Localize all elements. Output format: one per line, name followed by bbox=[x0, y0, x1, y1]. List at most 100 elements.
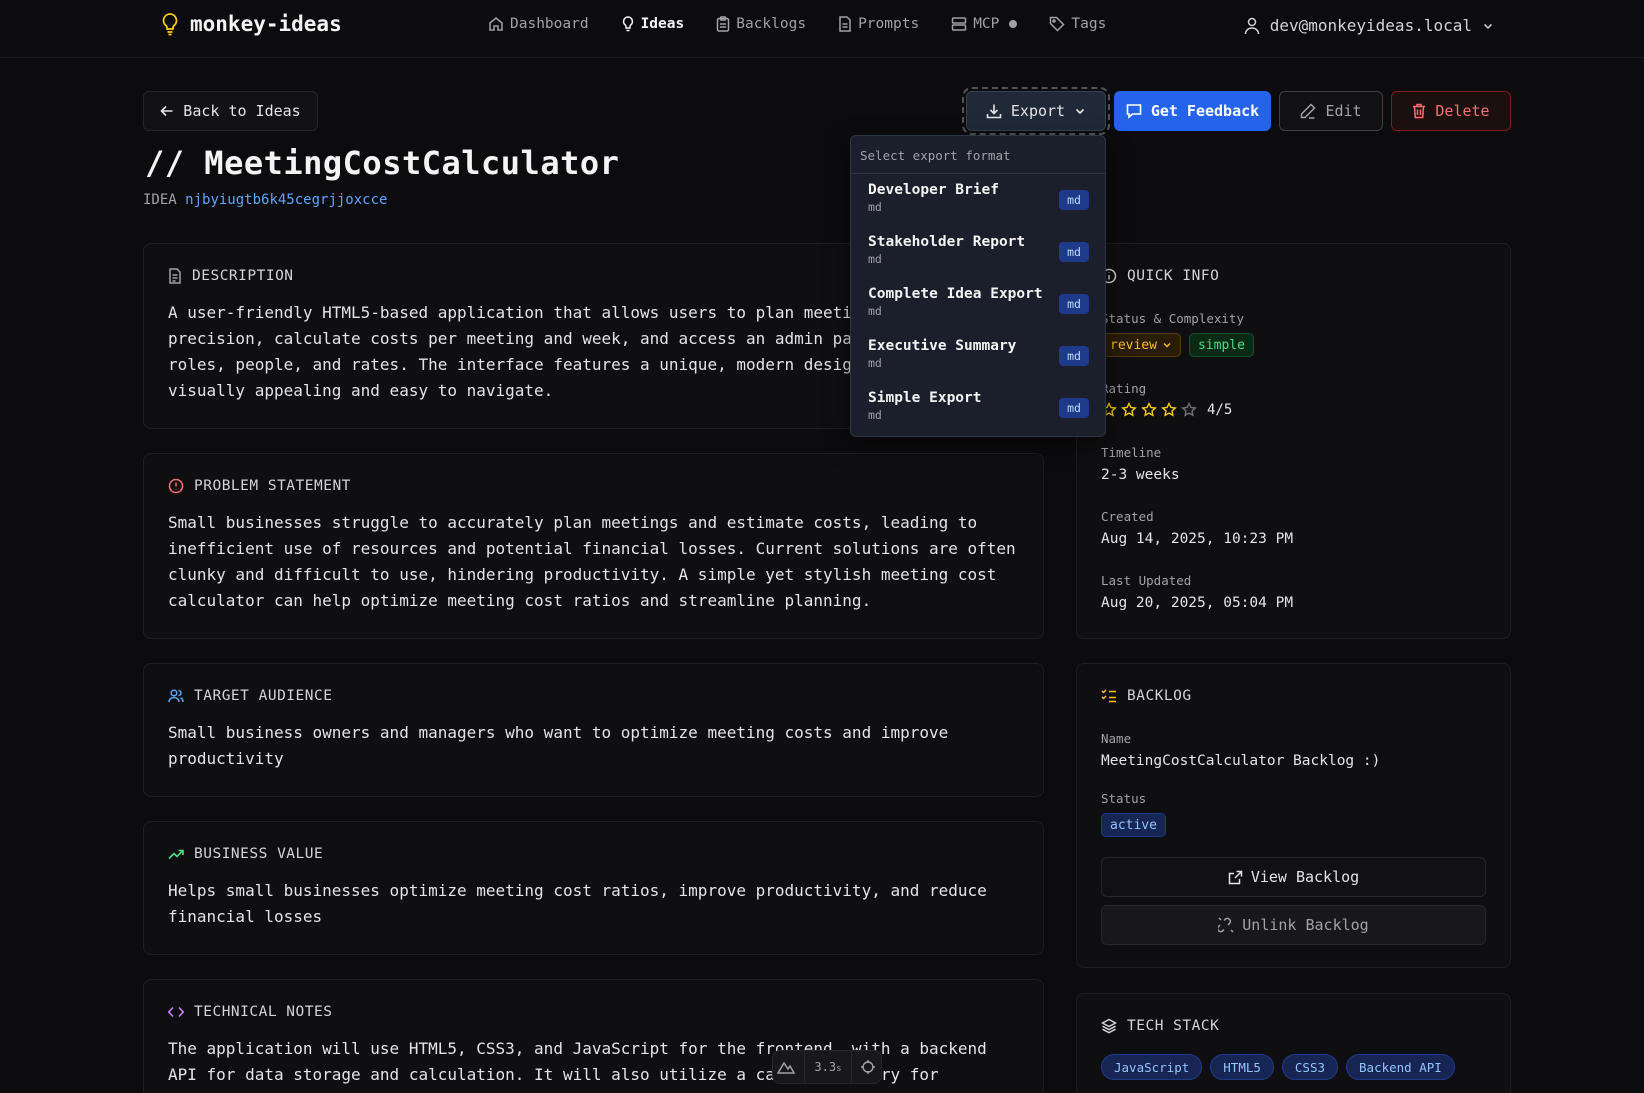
value-title: BUSINESS VALUE bbox=[194, 846, 324, 862]
export-option-executive-summary[interactable]: Executive Summary md md bbox=[851, 330, 1105, 382]
value-line: Helps small businesses optimize meeting … bbox=[168, 881, 987, 900]
server-icon bbox=[951, 16, 967, 32]
dev-toolbar: 3.3s bbox=[772, 1050, 882, 1084]
idea-id-label: IDEA bbox=[143, 192, 177, 208]
star-icon[interactable] bbox=[1141, 402, 1157, 418]
technical-line: The application will use HTML5, CSS3, an… bbox=[168, 1039, 987, 1058]
tech-chip: Backend API bbox=[1346, 1054, 1455, 1080]
audience-title: TARGET AUDIENCE bbox=[194, 688, 333, 704]
tech-chip: HTML5 bbox=[1210, 1054, 1274, 1080]
export-format-menu: Select export format Developer Brief md … bbox=[850, 135, 1106, 437]
brand[interactable]: monkey-ideas bbox=[160, 12, 342, 36]
chevron-down-icon bbox=[1482, 20, 1494, 32]
format-badge: md bbox=[1059, 242, 1089, 262]
nav-ideas[interactable]: Ideas bbox=[621, 16, 685, 32]
mountain-icon[interactable] bbox=[777, 1060, 796, 1074]
nav-tags-label: Tags bbox=[1071, 16, 1107, 32]
technical-title: TECHNICAL NOTES bbox=[194, 1004, 333, 1020]
edit-button[interactable]: Edit bbox=[1279, 91, 1383, 131]
divider bbox=[850, 1050, 852, 1084]
rating-text: 4/5 bbox=[1207, 402, 1233, 418]
export-option-sub: md bbox=[868, 252, 882, 266]
technical-header: TECHNICAL NOTES bbox=[168, 1004, 332, 1020]
export-option-sub: md bbox=[868, 200, 882, 214]
backlog-card: BACKLOG Name MeetingCostCalculator Backl… bbox=[1076, 663, 1511, 968]
backlog-name-label: Name bbox=[1101, 731, 1132, 746]
clipboard-icon bbox=[716, 16, 730, 32]
user-menu[interactable]: dev@monkeyideas.local bbox=[1244, 16, 1494, 35]
format-badge: md bbox=[1059, 190, 1089, 210]
unlink-backlog-button[interactable]: Unlink Backlog bbox=[1101, 905, 1486, 945]
technical-text: The application will use HTML5, CSS3, an… bbox=[168, 1036, 1019, 1088]
main-nav: Dashboard Ideas Backlogs Prompts MCP Tag… bbox=[488, 16, 1106, 32]
problem-title: PROBLEM STATEMENT bbox=[194, 478, 351, 494]
problem-text: Small businesses struggle to accurately … bbox=[168, 510, 1019, 614]
tech-stack-header: TECH STACK bbox=[1101, 1018, 1219, 1034]
backlog-status-label: Status bbox=[1101, 791, 1147, 806]
export-option-sub: md bbox=[868, 356, 882, 370]
tech-stack-title: TECH STACK bbox=[1127, 1018, 1220, 1034]
document-icon bbox=[168, 268, 182, 284]
value-line: financial losses bbox=[168, 907, 323, 926]
chevron-down-icon bbox=[1074, 105, 1086, 117]
export-option-simple-export[interactable]: Simple Export md md bbox=[851, 382, 1105, 434]
nav-mcp[interactable]: MCP bbox=[951, 16, 1018, 32]
get-feedback-button[interactable]: Get Feedback bbox=[1114, 91, 1271, 131]
target-icon[interactable] bbox=[860, 1059, 876, 1075]
render-time-value: 3.3 bbox=[814, 1060, 837, 1074]
description-header: DESCRIPTION bbox=[168, 268, 294, 284]
tech-chip: CSS3 bbox=[1281, 1054, 1339, 1080]
problem-statement-card: PROBLEM STATEMENT Small businesses strug… bbox=[143, 453, 1044, 639]
target-audience-card: TARGET AUDIENCE Small business owners an… bbox=[143, 663, 1044, 797]
export-menu-header: Select export format bbox=[851, 136, 1105, 174]
export-option-stakeholder-report[interactable]: Stakeholder Report md md bbox=[851, 226, 1105, 278]
export-option-sub: md bbox=[868, 304, 882, 318]
export-label: Export bbox=[1010, 102, 1066, 120]
nav-prompts[interactable]: Prompts bbox=[838, 16, 919, 32]
nav-mcp-label: MCP bbox=[973, 16, 1000, 32]
export-option-title: Complete Idea Export bbox=[868, 286, 1043, 302]
export-option-title: Stakeholder Report bbox=[868, 234, 1026, 250]
backlog-status-badge: active bbox=[1101, 813, 1166, 837]
view-backlog-button[interactable]: View Backlog bbox=[1101, 857, 1486, 897]
nav-backlogs[interactable]: Backlogs bbox=[716, 16, 806, 32]
audience-header: TARGET AUDIENCE bbox=[168, 688, 332, 704]
export-option-developer-brief[interactable]: Developer Brief md md bbox=[851, 174, 1105, 226]
unlink-icon bbox=[1218, 917, 1234, 933]
unlink-backlog-label: Unlink Backlog bbox=[1242, 916, 1369, 934]
user-email: dev@monkeyideas.local bbox=[1269, 16, 1472, 35]
created-label: Created bbox=[1101, 509, 1154, 524]
tag-icon bbox=[1049, 16, 1065, 32]
format-badge: md bbox=[1059, 346, 1089, 366]
export-button[interactable]: Export bbox=[962, 87, 1110, 135]
updated-label: Last Updated bbox=[1101, 573, 1192, 588]
star-icon[interactable] bbox=[1161, 402, 1177, 418]
star-empty-icon[interactable] bbox=[1181, 402, 1197, 418]
external-link-icon bbox=[1228, 870, 1243, 885]
nav-tags[interactable]: Tags bbox=[1049, 16, 1106, 32]
tech-stack-list: JavaScript HTML5 CSS3 Backend API bbox=[1101, 1054, 1463, 1080]
export-option-title: Simple Export bbox=[868, 390, 982, 406]
quick-info-header: QUICK INFO bbox=[1101, 268, 1219, 284]
problem-line: calculator can help optimize meeting cos… bbox=[168, 591, 872, 610]
status-dropdown[interactable]: review bbox=[1101, 333, 1181, 357]
nav-ideas-label: Ideas bbox=[640, 16, 685, 32]
updated-value: Aug 20, 2025, 05:04 PM bbox=[1101, 595, 1294, 611]
problem-line: clunky and difficult to use, hindering p… bbox=[168, 565, 997, 584]
nav-dashboard[interactable]: Dashboard bbox=[488, 16, 589, 32]
back-label: Back to Ideas bbox=[183, 102, 301, 120]
lightbulb-icon bbox=[621, 16, 635, 32]
idea-id-value[interactable]: njbyiugtb6k45cegrjjoxcce bbox=[185, 192, 387, 208]
render-time-unit: s bbox=[836, 1064, 842, 1074]
feedback-label: Get Feedback bbox=[1150, 102, 1260, 120]
quick-info-title: QUICK INFO bbox=[1127, 268, 1220, 284]
star-icon[interactable] bbox=[1121, 402, 1137, 418]
export-option-complete-idea-export[interactable]: Complete Idea Export md md bbox=[851, 278, 1105, 330]
rating-stars[interactable]: 4/5 bbox=[1101, 402, 1232, 418]
render-time: 3.3s bbox=[814, 1060, 841, 1074]
trash-icon bbox=[1412, 103, 1426, 119]
delete-button[interactable]: Delete bbox=[1391, 91, 1511, 131]
user-icon bbox=[1244, 17, 1260, 35]
back-to-ideas-button[interactable]: Back to Ideas bbox=[143, 91, 318, 131]
nav-prompts-label: Prompts bbox=[858, 16, 920, 32]
